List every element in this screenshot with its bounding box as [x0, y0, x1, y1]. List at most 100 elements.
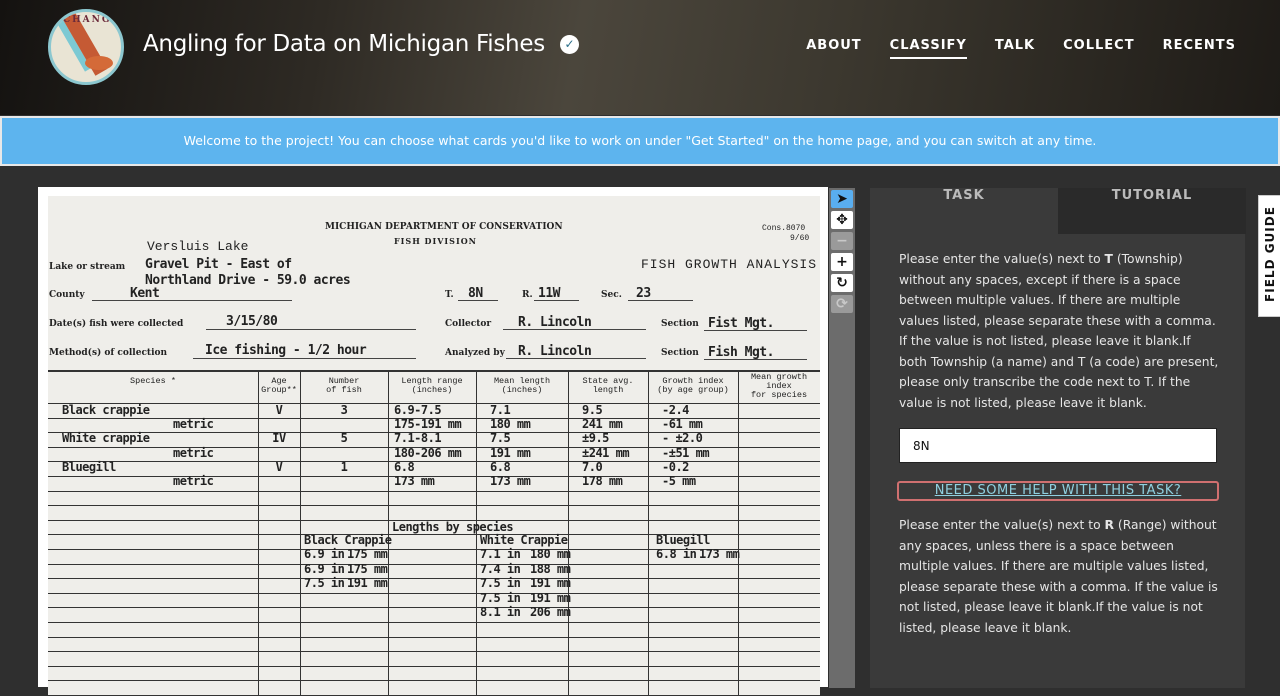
doc-division: FISH DIVISION — [394, 236, 477, 246]
move-icon[interactable]: ✥ — [831, 211, 853, 229]
table-cell: 3 — [340, 403, 348, 417]
lengths-species-name: Bluegill — [656, 533, 710, 547]
table-cell: 180-206 mm — [394, 445, 462, 460]
doc-analyzed-value: R. Lincoln — [518, 344, 592, 359]
reset-icon[interactable]: ⟳ — [831, 295, 853, 313]
pointer-icon[interactable]: ➤ — [831, 190, 853, 208]
table-cell: V — [275, 459, 283, 474]
doc-form-title: FISH GROWTH ANALYSIS — [641, 257, 818, 272]
project-logo[interactable]: CHANGES — [48, 9, 124, 85]
length-mm: 180 mm — [530, 547, 571, 561]
table-row-rule — [48, 665, 820, 667]
township-answer-input[interactable]: 8N — [899, 428, 1217, 463]
table-cell: Bluegill — [62, 459, 116, 474]
table-cell: V — [275, 403, 283, 417]
doc-r-value: 11W — [538, 286, 560, 301]
table-cell: 1 — [340, 459, 348, 474]
table-cell: 178 mm — [582, 474, 623, 488]
table-cell: 173 mm — [490, 474, 531, 488]
length-mm: 191 mm — [530, 576, 571, 590]
table-cell: 241 mm — [582, 417, 623, 432]
length-mm: 191 mm — [530, 590, 571, 605]
doc-date-value: 3/15/80 — [226, 314, 278, 329]
tab-task[interactable]: TASK — [870, 188, 1058, 234]
zoom-out-icon[interactable]: − — [831, 232, 853, 250]
column-header: Mean growth index for species — [750, 372, 808, 400]
length-inches: 6.9 in — [304, 547, 345, 561]
tab-tutorial[interactable]: TUTORIAL — [1058, 188, 1246, 234]
length-mm: 173 mm — [699, 547, 740, 561]
table-cell: 9.5 — [582, 403, 603, 417]
check-circle-icon: ✓ — [560, 35, 579, 54]
need-help-button[interactable]: NEED SOME HELP WITH THIS TASK? — [897, 481, 1219, 501]
logo-text: CHANGES — [63, 15, 124, 25]
length-mm: 188 mm — [530, 561, 571, 576]
instruction-text: (Range) without any spaces, unless there… — [899, 518, 1218, 635]
viewer-toolbar: ➤ ✥ − + ↻ ⟳ — [829, 188, 855, 688]
column-header: Growth index (by age group) — [657, 376, 729, 395]
field-guide-label: FIELD GUIDE — [1263, 206, 1277, 302]
table-cell: 191 mm — [490, 445, 531, 460]
lengths-species-name: White Crappie — [480, 533, 568, 547]
table-row-rule — [48, 592, 820, 594]
length-inches: 8.1 in — [480, 605, 521, 619]
instruction-key: R — [1104, 518, 1115, 532]
table-row-rule — [48, 622, 820, 623]
doc-collector-value: R. Lincoln — [518, 315, 592, 330]
task-instructions-range: Please enter the value(s) next to R (Ran… — [899, 515, 1219, 638]
table-cell: -61 mm — [662, 417, 703, 432]
column-header: Mean length (inches) — [493, 376, 551, 395]
instruction-text: Please enter the value(s) next to — [899, 252, 1105, 266]
doc-lake-label: Lake or stream — [49, 262, 126, 272]
table-cell: 7.0 — [582, 459, 603, 474]
nav-about[interactable]: ABOUT — [806, 38, 861, 59]
doc-analyzed-label: Analyzed by — [445, 348, 505, 358]
length-inches: 7.5 in — [480, 576, 521, 590]
instruction-text: (Township) without any spaces, except if… — [899, 252, 1219, 410]
doc-section-value-1: Fist Mgt. — [708, 316, 774, 331]
length-mm: 175 mm — [347, 561, 388, 576]
length-mm: 206 mm — [530, 605, 571, 619]
table-cell: 6.8 — [490, 459, 511, 474]
table-row-rule — [48, 607, 820, 609]
table-top-rule — [48, 370, 820, 372]
doc-lake-value-2: Northland Drive - 59.0 acres — [145, 273, 351, 288]
doc-section-value-2: Fish Mgt. — [708, 345, 774, 360]
lengths-by-species-title: Lengths by species — [392, 520, 514, 534]
project-nav: ABOUT CLASSIFY TALK COLLECT RECENTS — [806, 38, 1236, 59]
table-cell: Black crappie — [62, 403, 150, 417]
rotate-icon[interactable]: ↻ — [831, 274, 853, 292]
table-cell: 6.9-7.5 — [394, 403, 442, 417]
nav-talk[interactable]: TALK — [995, 38, 1035, 59]
table-cell: 7.5 — [490, 431, 511, 446]
column-header: Length range (inches) — [401, 376, 463, 395]
column-header: Age Group** — [261, 376, 297, 395]
table-cell: -0.2 — [662, 459, 689, 474]
zoom-in-icon[interactable]: + — [831, 253, 853, 271]
table-cell: 7.1-8.1 — [394, 431, 442, 446]
table-cell: -2.4 — [662, 403, 689, 417]
doc-t-label: T. — [445, 290, 454, 300]
doc-r-label: R. — [522, 290, 533, 300]
task-instructions-township: Please enter the value(s) next to T (Tow… — [899, 249, 1219, 413]
field-guide-tab[interactable]: FIELD GUIDE — [1258, 195, 1280, 317]
nav-classify[interactable]: CLASSIFY — [889, 38, 967, 59]
task-panel: TASK TUTORIAL Please enter the value(s) … — [870, 188, 1246, 688]
length-inches: 6.9 in — [304, 561, 345, 576]
table-cell: metric — [173, 417, 214, 432]
project-title[interactable]: Angling for Data on Michigan Fishes — [143, 31, 545, 57]
doc-form-date: 9/60 — [790, 234, 810, 243]
lengths-species-name: Black Crappie — [304, 533, 392, 547]
table-cell: 175-191 mm — [394, 417, 462, 432]
nav-recents[interactable]: RECENTS — [1163, 38, 1236, 59]
project-header: CHANGES Angling for Data on Michigan Fis… — [0, 0, 1280, 115]
scanned-document[interactable]: MICHIGAN DEPARTMENT OF CONSERVATION FISH… — [48, 196, 820, 696]
table-row-rule — [48, 680, 820, 682]
table-cell: 6.8 — [394, 459, 415, 474]
doc-sec-value: 23 — [636, 286, 651, 301]
length-inches: 7.5 in — [480, 590, 521, 605]
subject-viewer[interactable]: MICHIGAN DEPARTMENT OF CONSERVATION FISH… — [38, 187, 828, 696]
doc-lake-name: Versluis Lake — [147, 239, 249, 254]
doc-section-label-2: Section — [661, 348, 699, 358]
nav-collect[interactable]: COLLECT — [1063, 38, 1134, 59]
